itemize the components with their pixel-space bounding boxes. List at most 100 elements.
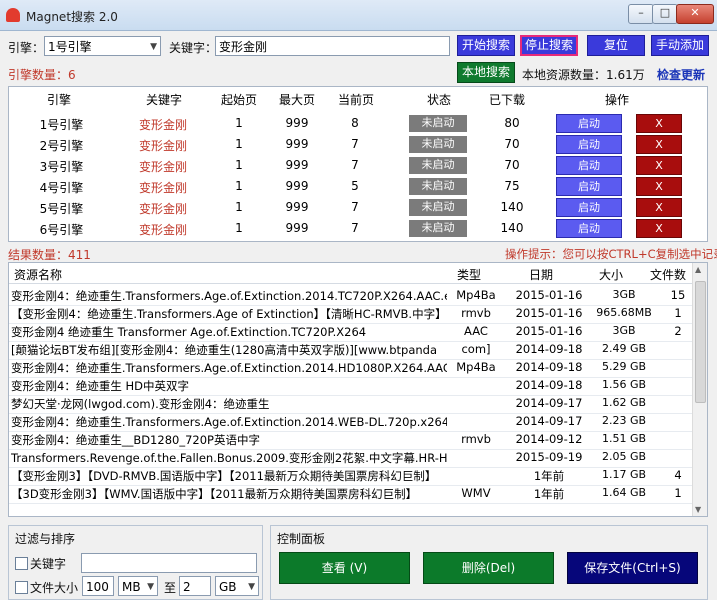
keyword-filter-checkbox[interactable] xyxy=(15,557,28,570)
engine-start-button[interactable]: 启动 xyxy=(556,219,622,238)
resource-date: 2014-09-17 xyxy=(515,414,583,428)
engine-start-button[interactable]: 启动 xyxy=(556,114,622,133)
engine-keyword: 变形金刚 xyxy=(138,181,187,195)
table-row[interactable]: 变形金刚4 绝迹重生 Transformer Age.of.Extinction… xyxy=(9,323,701,342)
resource-name: 变形金刚4：绝迹重生.Transformers.Age.of.Extinctio… xyxy=(11,361,447,375)
engine-status-badge: 未启动 xyxy=(409,199,467,216)
results-list[interactable]: 资源名称 类型 日期 大小 文件数 变形金刚4：绝迹重生.Transformer… xyxy=(8,262,708,517)
size-max-input[interactable]: 2 xyxy=(179,576,211,596)
reset-button[interactable]: 复位 xyxy=(587,35,645,56)
close-button[interactable]: ✕ xyxy=(676,4,714,24)
resource-size: 2.23 GB xyxy=(601,414,647,427)
col-header-type[interactable]: 类型 xyxy=(457,266,481,283)
table-row[interactable]: Transformers.Revenge.of.the.Fallen.Bonus… xyxy=(9,449,701,468)
resource-type: Mp4Ba xyxy=(456,360,496,374)
engine-label: 引擎： xyxy=(8,41,45,55)
engine-current-page: 7 xyxy=(351,137,359,151)
engine-current-page: 7 xyxy=(351,158,359,172)
control-panel-group: 控制面板 查看 (V) 删除(Del) 保存文件(Ctrl+S) xyxy=(270,525,708,600)
result-count: 结果数量：411 xyxy=(8,248,91,262)
manual-add-button[interactable]: 手动添加 xyxy=(651,35,709,56)
engine-remove-button[interactable]: X xyxy=(636,198,682,217)
engine-max-page: 999 xyxy=(285,179,309,193)
table-row[interactable]: 【变形金刚4：绝迹重生.Transformers.Age of Extincti… xyxy=(9,305,701,324)
engine-row: 4号引擎 变形金刚 1 999 5 未启动 75 启动 X xyxy=(9,176,709,197)
resource-size: 5.29 GB xyxy=(601,360,647,373)
engine-keyword: 变形金刚 xyxy=(138,202,187,216)
col-header-size[interactable]: 大小 xyxy=(599,266,623,283)
table-row[interactable]: 变形金刚4：绝迹重生.Transformers.Age.of.Extinctio… xyxy=(9,287,701,306)
engine-start-button[interactable]: 启动 xyxy=(556,135,622,154)
resource-date: 2014-09-18 xyxy=(515,360,583,374)
check-update-link[interactable]: 检查更新 xyxy=(657,66,705,83)
size-filter-label: 文件大小 xyxy=(30,581,79,595)
scroll-down-icon[interactable]: ▼ xyxy=(695,505,701,514)
size-min-unit-select[interactable]: MB ▼ xyxy=(118,576,158,596)
scroll-thumb[interactable] xyxy=(695,281,706,403)
engine-remove-button[interactable]: X xyxy=(636,156,682,175)
filter-keyword-input[interactable] xyxy=(81,553,257,573)
engine-downloaded: 70 xyxy=(504,137,520,151)
resource-type: rmvb xyxy=(461,432,491,446)
engine-remove-button[interactable]: X xyxy=(636,219,682,238)
size-range-to-label: 至 xyxy=(164,581,177,595)
table-row[interactable]: 变形金刚4：绝迹重生.Transformers.Age.of.Extinctio… xyxy=(9,359,701,378)
save-file-button[interactable]: 保存文件(Ctrl+S) xyxy=(567,552,698,584)
size-min-input[interactable]: 100 xyxy=(82,576,114,596)
engine-name: 1号引擎 xyxy=(39,118,84,132)
size-max-unit-select[interactable]: GB ▼ xyxy=(215,576,259,596)
view-button[interactable]: 查看 (V) xyxy=(279,552,410,584)
engine-status-badge: 未启动 xyxy=(409,136,467,153)
col-header-status: 状态 xyxy=(426,93,451,107)
table-row[interactable]: 梦幻天堂·龙网(lwgod.com).变形金刚4：绝迹重生 2014-09-17 1… xyxy=(9,395,701,414)
resource-date: 1年前 xyxy=(533,469,565,483)
resource-size: 965.68MB xyxy=(596,306,652,319)
keyword-label: 关键字： xyxy=(169,41,218,55)
table-row[interactable]: [颠猫论坛BT发布组][变形金刚4：绝迹重生(1280高清中英双字版)][www… xyxy=(9,341,701,360)
engine-remove-button[interactable]: X xyxy=(636,135,682,154)
engine-current-page: 8 xyxy=(351,116,359,130)
engine-downloaded: 75 xyxy=(504,179,520,193)
window-title: Magnet搜索 2.0 xyxy=(26,10,118,24)
local-resource-count: 本地资源数量：1.61万 xyxy=(522,68,645,82)
table-row[interactable]: 【变形金刚3】【DVD-RMVB.国语版中字】【2011最新万众期待美国票房科幻… xyxy=(9,467,701,486)
engine-keyword: 变形金刚 xyxy=(138,223,187,237)
stop-search-button[interactable]: 停止搜索 xyxy=(520,35,578,56)
engine-start-button[interactable]: 启动 xyxy=(556,198,622,217)
col-header-date[interactable]: 日期 xyxy=(529,266,553,283)
keyword-input[interactable]: 变形金刚 xyxy=(215,36,450,56)
engine-downloaded: 140 xyxy=(500,221,524,235)
table-row[interactable]: 【3D变形金刚3】【WMV.国语版中字】【2011最新万众期待美国票房科幻巨制】… xyxy=(9,485,701,504)
col-header-keyword: 关键字 xyxy=(145,93,182,107)
table-row[interactable]: 变形金刚4：绝迹重生.Transformers.Age.of.Extinctio… xyxy=(9,413,701,432)
resource-name: 变形金刚4 绝迹重生 Transformer Age.of.Extinction… xyxy=(11,325,367,339)
col-header-name[interactable]: 资源名称 xyxy=(14,266,62,283)
engine-remove-button[interactable]: X xyxy=(636,177,682,196)
resource-date: 2014-09-17 xyxy=(515,396,583,410)
engine-start-page: 1 xyxy=(235,116,243,130)
resource-date: 2015-09-19 xyxy=(515,450,583,464)
filter-sort-title: 过滤与排序 xyxy=(15,532,76,546)
delete-button[interactable]: 删除(Del) xyxy=(423,552,554,584)
col-header-file-count[interactable]: 文件数 xyxy=(650,266,686,283)
minimize-button[interactable]: – xyxy=(628,4,654,24)
engine-max-page: 999 xyxy=(285,200,309,214)
table-row[interactable]: 变形金刚4：绝迹重生__BD1280_720P英语中字 rmvb 2014-09-1… xyxy=(9,431,701,450)
engine-select[interactable]: 1号引擎 ▼ xyxy=(44,36,161,56)
engine-remove-button[interactable]: X xyxy=(636,114,682,133)
engine-max-page: 999 xyxy=(285,137,309,151)
maximize-button[interactable]: □ xyxy=(652,4,678,24)
resource-name: 【3D变形金刚3】【WMV.国语版中字】【2011最新万众期待美国票房科幻巨制】 xyxy=(11,487,418,501)
results-scrollbar[interactable]: ▲ ▼ xyxy=(692,263,707,516)
engine-start-page: 1 xyxy=(235,158,243,172)
start-search-button[interactable]: 开始搜索 xyxy=(457,35,515,56)
local-search-button[interactable]: 本地搜索 xyxy=(457,62,515,83)
engine-start-button[interactable]: 启动 xyxy=(556,177,622,196)
table-row[interactable]: 变形金刚4：绝迹重生 HD中英双字 2014-09-18 1.56 GB xyxy=(9,377,701,396)
engine-max-page: 999 xyxy=(285,116,309,130)
size-filter-checkbox[interactable] xyxy=(15,581,28,594)
col-header-engine: 引擎 xyxy=(46,93,71,107)
col-header-action: 操作 xyxy=(604,93,629,107)
engine-start-button[interactable]: 启动 xyxy=(556,156,622,175)
scroll-up-icon[interactable]: ▲ xyxy=(695,265,701,274)
